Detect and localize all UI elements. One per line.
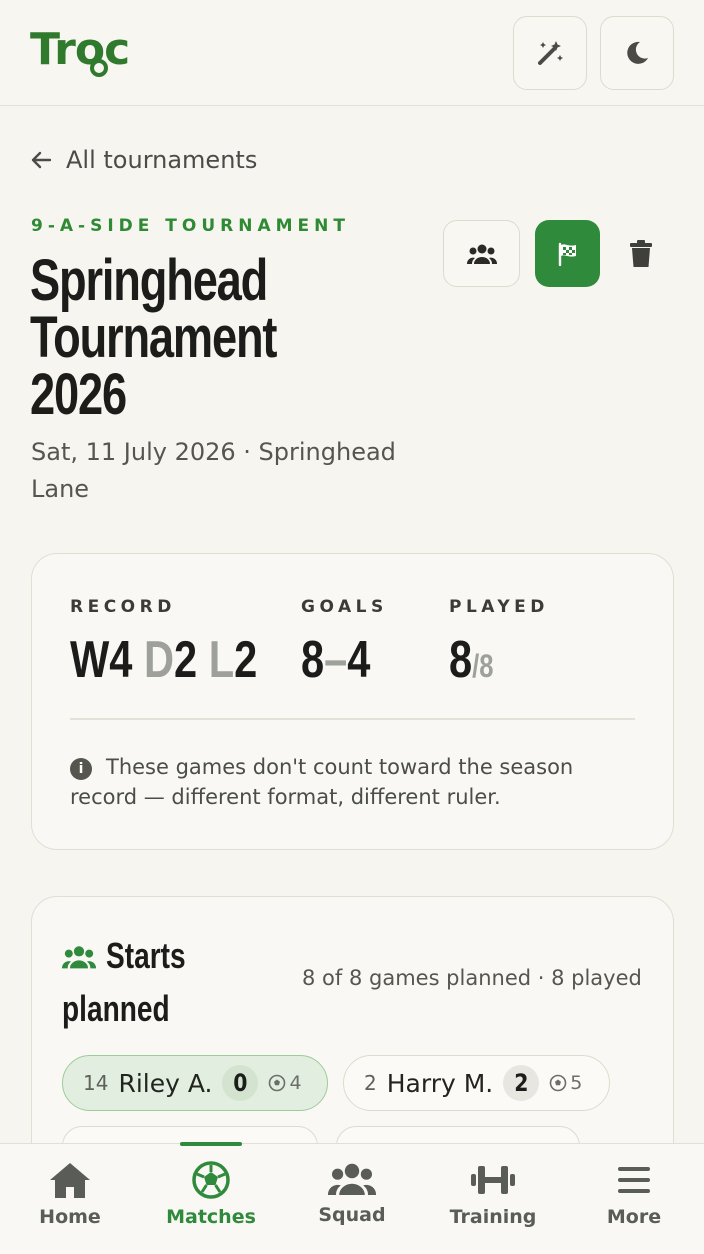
soccer-ball-icon [549, 1074, 567, 1092]
player-chip[interactable]: 2 Harry M. 2 5 [343, 1055, 610, 1111]
bottom-nav: Home Matches Squad Training More [0, 1142, 704, 1254]
played-value: 8/8 [449, 630, 505, 696]
back-link-label: All tournaments [66, 146, 258, 174]
home-icon [50, 1163, 90, 1198]
nav-home[interactable]: Home [10, 1144, 130, 1254]
nav-matches[interactable]: Matches [151, 1142, 271, 1254]
player-number: 2 [364, 1071, 377, 1095]
played-total: /8 [472, 648, 494, 684]
back-link[interactable]: All tournaments [30, 146, 257, 174]
moon-icon [627, 41, 648, 64]
player-games: 4 [268, 1072, 302, 1094]
losses: 2 [234, 631, 258, 689]
record-label: RECORD [70, 597, 176, 617]
goals-for: 8 [301, 631, 325, 689]
player-number: 14 [83, 1071, 109, 1095]
player-starts: 2 [503, 1065, 540, 1101]
users-icon [61, 946, 97, 969]
menu-icon [618, 1167, 650, 1193]
magic-wand-icon [538, 41, 563, 65]
draws: 2 [174, 631, 198, 689]
starts-meta: 8 of 8 games planned · 8 played [302, 966, 642, 990]
goals-label: GOALS [301, 597, 388, 617]
title-line: Tournament [30, 305, 278, 370]
title-line: 2026 [30, 362, 127, 427]
theme-toggle-button[interactable] [600, 16, 674, 90]
info-icon: i [70, 758, 92, 780]
arrow-left-icon [31, 151, 52, 169]
delete-tournament-button[interactable] [629, 240, 653, 272]
record-value: W4 D2 L2 [70, 630, 304, 690]
nav-squad[interactable]: Squad [292, 1144, 412, 1254]
users-icon [466, 244, 497, 264]
nav-label: Squad [318, 1204, 386, 1226]
nav-label: More [606, 1206, 662, 1228]
soccer-ball-icon [192, 1161, 230, 1199]
nav-label: Home [39, 1206, 101, 1228]
active-indicator [180, 1142, 242, 1146]
divider [70, 718, 635, 720]
goals-against: 4 [347, 631, 371, 689]
checkered-flag-icon [558, 242, 576, 266]
finish-tournament-button[interactable] [535, 220, 600, 287]
trash-icon [630, 240, 652, 267]
starts-title-word: planned [62, 988, 170, 1029]
starts-title-word: Starts [106, 935, 186, 976]
dumbbell-icon [471, 1166, 515, 1194]
player-chip[interactable]: 14 Riley A. 0 4 [62, 1055, 328, 1111]
info-note: i These games don't count toward the seas… [70, 752, 610, 812]
nav-more[interactable]: More [574, 1144, 694, 1254]
squad-button[interactable] [443, 220, 520, 287]
losses-prefix: L [208, 631, 235, 689]
page-title: Springhead Tournament 2026 [30, 248, 430, 427]
soccer-ball-icon [269, 1074, 286, 1092]
app-logo[interactable]: Troc [30, 20, 134, 84]
info-note-text: These games don't count toward the seaso… [70, 755, 574, 809]
nav-training[interactable]: Training [433, 1144, 553, 1254]
nav-label: Matches [166, 1206, 256, 1228]
played-label: PLAYED [449, 597, 549, 617]
player-starts: 0 [222, 1065, 259, 1101]
title-line: Springhead [30, 248, 268, 313]
users-icon [328, 1163, 376, 1195]
goals-separator: – [324, 631, 348, 689]
player-name: Riley A. [118, 1068, 213, 1098]
player-games: 5 [549, 1072, 582, 1094]
draws-prefix: D [143, 631, 175, 689]
svg-text:Troc: Troc [30, 24, 129, 75]
goals-value: 8–4 [301, 630, 388, 690]
player-name: Harry M. [386, 1068, 494, 1098]
wins: W4 [70, 631, 133, 689]
top-bar: Troc [0, 0, 704, 106]
tournament-format: 9-A-SIDE TOURNAMENT [31, 216, 350, 236]
played-count: 8 [449, 631, 473, 689]
nav-label: Training [449, 1206, 537, 1228]
logo-icon: Troc [30, 24, 130, 77]
starts-title: Starts planned [61, 930, 262, 1036]
magic-button[interactable] [513, 16, 587, 90]
tournament-date-venue: Sat, 11 July 2026 · Springhead Lane [31, 438, 396, 503]
